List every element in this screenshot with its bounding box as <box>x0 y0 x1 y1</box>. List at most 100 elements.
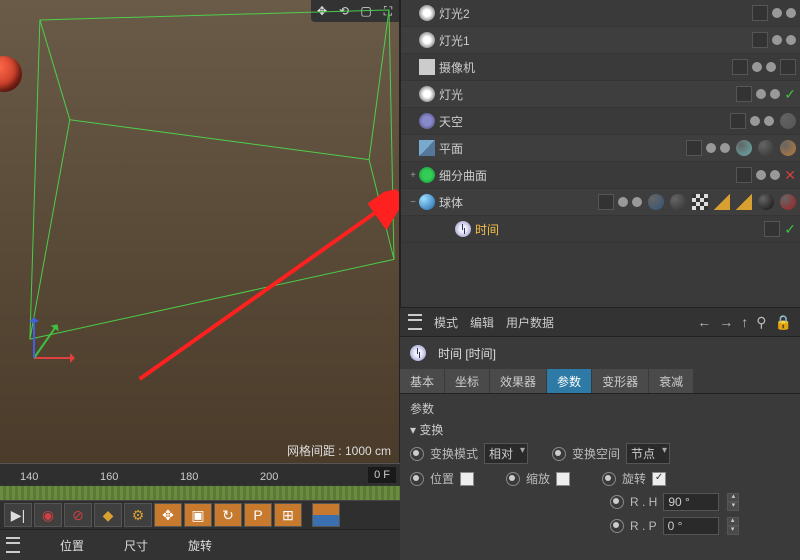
object-row[interactable]: 摄像机 <box>401 54 800 81</box>
object-tag[interactable] <box>670 194 686 210</box>
scale-checkbox[interactable] <box>556 472 570 486</box>
layer-checkbox[interactable] <box>736 86 752 102</box>
object-tag[interactable] <box>692 194 708 210</box>
axis-y-icon <box>33 325 58 359</box>
visibility-dot[interactable] <box>770 89 780 99</box>
visibility-dot[interactable] <box>770 170 780 180</box>
grid-toggle-button[interactable]: ⊞ <box>274 503 302 527</box>
lock-icon[interactable]: 🔒 <box>775 314 792 331</box>
nav-back-icon[interactable]: ← <box>697 314 711 331</box>
object-row[interactable]: −球体 <box>401 189 800 216</box>
menu-icon[interactable] <box>408 314 422 330</box>
tab-5[interactable]: 衰减 <box>649 369 693 393</box>
object-row[interactable]: 平面 <box>401 135 800 162</box>
tab-3[interactable]: 参数 <box>547 369 591 393</box>
object-tag[interactable] <box>648 194 664 210</box>
object-tag[interactable] <box>758 140 774 156</box>
layer-checkbox[interactable] <box>764 221 780 237</box>
visibility-dot[interactable] <box>756 170 766 180</box>
timeline-strip[interactable] <box>0 485 400 500</box>
scale-key-button[interactable]: ▣ <box>184 503 212 527</box>
userdata-menu[interactable]: 用户数据 <box>506 314 554 331</box>
menu-icon[interactable] <box>6 537 20 553</box>
tab-4[interactable]: 变形器 <box>592 369 648 393</box>
layer-checkbox[interactable] <box>730 113 746 129</box>
object-row[interactable]: 时间✓ <box>401 216 800 243</box>
visibility-dot[interactable] <box>786 8 796 18</box>
rh-value[interactable]: 90 ° <box>663 493 719 511</box>
play-end-button[interactable]: ▶| <box>4 503 32 527</box>
expand-toggle[interactable]: + <box>407 170 419 181</box>
check-icon[interactable]: ✓ <box>784 86 796 103</box>
mode-menu[interactable]: 模式 <box>434 314 458 331</box>
object-row[interactable]: 灯光1 <box>401 27 800 54</box>
object-tag[interactable] <box>758 194 774 210</box>
transform-space-select[interactable]: 节点 <box>626 443 670 464</box>
layer-checkbox[interactable] <box>736 167 752 183</box>
transform-mode-radio[interactable] <box>410 447 424 461</box>
axis-gizmo <box>10 303 90 383</box>
tab-1[interactable]: 坐标 <box>445 369 489 393</box>
object-tag[interactable] <box>780 140 796 156</box>
nav-forward-icon[interactable]: → <box>719 314 733 331</box>
object-tag[interactable] <box>780 113 796 129</box>
viewport-3d[interactable]: ✥ ⟲ ▢ ⛶ 网格间距 : 1000 cm <box>0 0 400 463</box>
visibility-dot[interactable] <box>618 197 628 207</box>
rh-radio[interactable] <box>610 495 624 509</box>
keyframe-button[interactable]: ◆ <box>94 503 122 527</box>
visibility-dot[interactable] <box>772 8 782 18</box>
object-tag[interactable] <box>780 194 796 210</box>
layer-checkbox[interactable] <box>732 59 748 75</box>
check-icon[interactable]: ✓ <box>784 221 796 238</box>
move-key-button[interactable]: ✥ <box>154 503 182 527</box>
key-options-button[interactable]: ⚙ <box>124 503 152 527</box>
expand-toggle[interactable]: − <box>407 197 419 208</box>
visibility-dot[interactable] <box>750 116 760 126</box>
autokey-button[interactable]: ⊘ <box>64 503 92 527</box>
transform-space-radio[interactable] <box>552 447 566 461</box>
tab-2[interactable]: 效果器 <box>490 369 546 393</box>
tab-0[interactable]: 基本 <box>400 369 444 393</box>
object-manager[interactable]: 灯光2 灯光1 摄像机 灯光✓ 天空 平面+细分曲面✕−球体 时间✓ <box>400 0 800 307</box>
scale-radio[interactable] <box>506 472 520 486</box>
visibility-dot[interactable] <box>764 116 774 126</box>
visibility-dot[interactable] <box>752 62 762 72</box>
layer-checkbox[interactable] <box>686 140 702 156</box>
object-tag[interactable] <box>714 194 730 210</box>
position-checkbox[interactable] <box>460 472 474 486</box>
rp-radio[interactable] <box>610 519 624 533</box>
object-row[interactable]: 灯光✓ <box>401 81 800 108</box>
rh-spinner[interactable]: ▴▾ <box>727 493 739 511</box>
param-key-button[interactable]: P <box>244 503 272 527</box>
loop-button[interactable]: ↻ <box>214 503 242 527</box>
visibility-dot[interactable] <box>772 35 782 45</box>
visibility-dot[interactable] <box>706 143 716 153</box>
nav-link-icon[interactable]: ⚲ <box>756 314 766 331</box>
nav-up-icon[interactable]: ↑ <box>741 314 748 331</box>
rotation-checkbox[interactable] <box>652 472 666 486</box>
object-row[interactable]: 灯光2 <box>401 0 800 27</box>
layer-checkbox[interactable] <box>598 194 614 210</box>
object-tag[interactable] <box>736 194 752 210</box>
visibility-dot[interactable] <box>756 89 766 99</box>
rotation-radio[interactable] <box>602 472 616 486</box>
tag-checkbox[interactable] <box>780 59 796 75</box>
marker-button[interactable] <box>312 503 340 527</box>
record-button[interactable]: ◉ <box>34 503 62 527</box>
x-icon[interactable]: ✕ <box>784 167 796 184</box>
object-tag[interactable] <box>736 140 752 156</box>
layer-checkbox[interactable] <box>752 5 768 21</box>
rp-value[interactable]: 0 ° <box>663 517 719 535</box>
transform-mode-select[interactable]: 相对 <box>484 443 528 464</box>
timeline-ruler[interactable]: 140 160 180 200 0 F <box>0 463 400 485</box>
edit-menu[interactable]: 编辑 <box>470 314 494 331</box>
position-radio[interactable] <box>410 472 424 486</box>
layer-checkbox[interactable] <box>752 32 768 48</box>
visibility-dot[interactable] <box>786 35 796 45</box>
visibility-dot[interactable] <box>720 143 730 153</box>
visibility-dot[interactable] <box>632 197 642 207</box>
rp-spinner[interactable]: ▴▾ <box>727 517 739 535</box>
visibility-dot[interactable] <box>766 62 776 72</box>
object-row[interactable]: +细分曲面✕ <box>401 162 800 189</box>
object-row[interactable]: 天空 <box>401 108 800 135</box>
